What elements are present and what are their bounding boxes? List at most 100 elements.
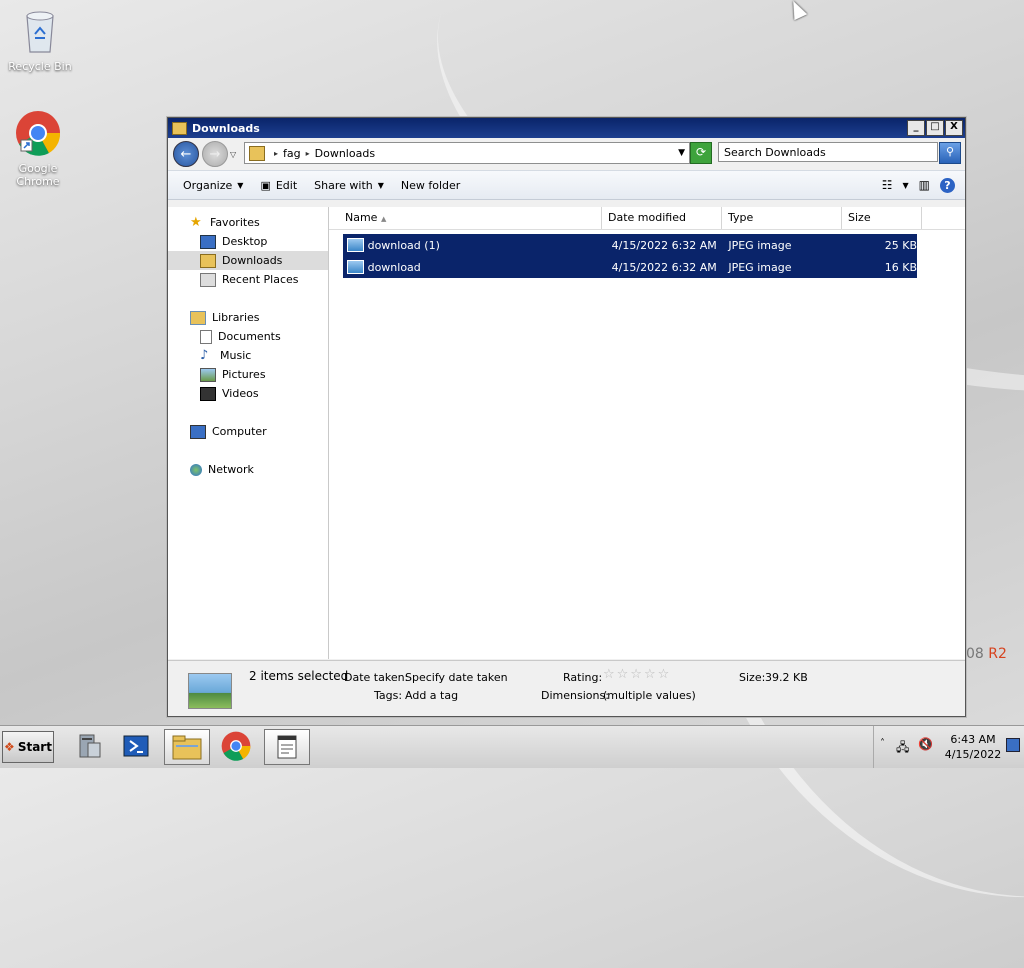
file-list[interactable]: Name ▲ Date modified Type Size download …: [329, 207, 965, 659]
date-taken-field[interactable]: Specify date taken: [405, 671, 508, 684]
breadcrumb-fag[interactable]: fag: [283, 147, 301, 160]
search-icon[interactable]: ⚲: [939, 142, 961, 164]
file-size: 16 KB: [884, 260, 917, 274]
desktop-icon-chrome[interactable]: Google Chrome: [0, 110, 78, 188]
file-type: JPEG image: [728, 238, 792, 252]
windows-explorer-icon[interactable]: [164, 729, 210, 765]
title-bar[interactable]: Downloads _ □ X: [168, 118, 965, 138]
show-desktop-icon[interactable]: [1006, 738, 1020, 752]
column-header-label: Type: [728, 211, 754, 224]
help-icon[interactable]: ?: [940, 177, 955, 193]
share-with-label: Share with: [314, 178, 373, 192]
back-button[interactable]: ←: [173, 141, 199, 167]
close-button[interactable]: X: [945, 120, 963, 136]
desktop-icon-recycle-bin[interactable]: Recycle Bin: [0, 8, 80, 73]
desktop-icon-label: Recycle Bin: [8, 60, 72, 73]
new-folder-label: New folder: [400, 178, 461, 192]
column-header-size[interactable]: Size: [842, 207, 922, 229]
watermark-r2: R2: [988, 646, 1007, 662]
preview-pane-icon[interactable]: ▥: [919, 178, 930, 192]
column-header-type[interactable]: Type: [722, 207, 842, 229]
nav-item-videos[interactable]: Videos: [168, 384, 328, 403]
organize-button[interactable]: Organize ▼: [176, 176, 250, 195]
nav-item-favorites[interactable]: ★ Favorites: [168, 213, 328, 232]
navigation-pane[interactable]: ★ Favorites Desktop Downloads Recent Plac…: [168, 207, 329, 659]
notepad-icon[interactable]: [264, 729, 310, 765]
downloads-folder-icon: [249, 145, 265, 161]
desktop-icon-label: Google Chrome: [16, 162, 60, 188]
nav-item-network[interactable]: Network: [168, 460, 328, 479]
file-date: 4/15/2022 6:32 AM: [611, 238, 717, 252]
nav-item-recent-places[interactable]: Recent Places: [168, 270, 328, 289]
nav-item-label: Computer: [212, 425, 267, 438]
nav-item-documents[interactable]: Documents: [168, 327, 328, 346]
nav-item-music[interactable]: ♪ Music: [168, 346, 328, 365]
refresh-icon[interactable]: ⟳: [690, 142, 712, 164]
nav-item-label: Downloads: [222, 254, 283, 267]
size-value: 39.2 KB: [765, 671, 808, 684]
change-view-icon[interactable]: ☷: [882, 178, 893, 192]
recent-pages-dropdown-icon[interactable]: ▽: [230, 150, 236, 159]
start-button[interactable]: ❖ Start: [2, 731, 54, 763]
volume-muted-icon[interactable]: 🔇: [918, 737, 933, 751]
chevron-down-icon: ▼: [237, 180, 244, 190]
file-name: download (1): [367, 238, 440, 252]
edit-button[interactable]: ▣ Edit: [253, 176, 304, 195]
main-panes: ★ Favorites Desktop Downloads Recent Plac…: [168, 207, 965, 659]
maximize-button[interactable]: □: [926, 120, 944, 136]
computer-icon: [190, 424, 206, 439]
nav-item-label: Videos: [222, 387, 259, 400]
window-title: Downloads: [192, 121, 260, 135]
network-status-icon[interactable]: 🖧: [896, 738, 909, 759]
watermark-text: 08: [966, 646, 984, 662]
chrome-icon[interactable]: [214, 729, 258, 763]
file-size: 25 KB: [884, 238, 917, 252]
image-thumbnail: [188, 673, 232, 709]
share-with-button[interactable]: Share with ▼: [307, 176, 391, 195]
nav-item-label: Network: [208, 463, 254, 476]
desktop-icon: [200, 234, 216, 249]
powershell-icon[interactable]: [114, 729, 158, 763]
nav-item-libraries[interactable]: Libraries: [168, 308, 328, 327]
server-manager-icon[interactable]: [66, 729, 110, 763]
downloads-folder-icon: [200, 253, 216, 268]
column-header-date-modified[interactable]: Date modified: [602, 207, 722, 229]
details-pane: 2 items selected Date taken: Specify dat…: [168, 660, 965, 716]
new-folder-button[interactable]: New folder: [394, 176, 467, 195]
nav-item-pictures[interactable]: Pictures: [168, 365, 328, 384]
star-icon: ★: [190, 214, 202, 230]
forward-button[interactable]: →: [202, 141, 228, 167]
search-input[interactable]: Search Downloads: [718, 142, 938, 162]
explorer-window: Downloads _ □ X ← → ▽ ▸ fag ▸ Downloads …: [167, 117, 966, 717]
file-row[interactable]: download (1) 4/15/2022 6:32 AM JPEG imag…: [343, 234, 917, 256]
rating-stars[interactable]: ☆☆☆☆☆: [603, 667, 671, 682]
address-dropdown-icon[interactable]: ▼: [678, 148, 685, 158]
nav-item-desktop[interactable]: Desktop: [168, 232, 328, 251]
minimize-button[interactable]: _: [907, 120, 925, 136]
nav-item-label: Desktop: [222, 235, 268, 248]
edit-label: Edit: [275, 178, 298, 192]
date-taken-label: Date taken:: [344, 671, 409, 684]
breadcrumb-chevron-icon[interactable]: ▸: [274, 149, 278, 158]
address-bar[interactable]: ▸ fag ▸ Downloads ▼: [244, 142, 690, 164]
os-watermark: 08 R2: [966, 646, 1007, 662]
dimensions-label: Dimensions:: [541, 689, 609, 702]
chevron-down-icon: ▼: [377, 180, 384, 190]
column-header-name[interactable]: Name ▲: [341, 207, 602, 229]
breadcrumb-chevron-icon[interactable]: ▸: [306, 149, 310, 158]
file-row[interactable]: download 4/15/2022 6:32 AM JPEG image 16…: [343, 256, 917, 278]
view-options-dropdown-icon[interactable]: ▼: [903, 181, 909, 190]
videos-icon: [200, 386, 216, 401]
folder-icon: [172, 121, 187, 135]
nav-item-label: Favorites: [210, 216, 260, 229]
selection-count: 2 items selected: [249, 669, 349, 683]
taskbar: ❖ Start ˄ 🖧 🔇 6:43 AM 4/15/2022: [0, 725, 1024, 768]
recycle-bin-icon: [0, 8, 80, 57]
nav-item-computer[interactable]: Computer: [168, 422, 328, 441]
nav-item-downloads[interactable]: Downloads: [168, 251, 328, 270]
clock[interactable]: 6:43 AM 4/15/2022: [938, 732, 1008, 762]
tags-field[interactable]: Add a tag: [405, 689, 458, 702]
show-hidden-icons-button[interactable]: ˄: [880, 738, 885, 749]
nav-item-label: Recent Places: [222, 273, 299, 286]
breadcrumb-downloads[interactable]: Downloads: [315, 147, 375, 160]
